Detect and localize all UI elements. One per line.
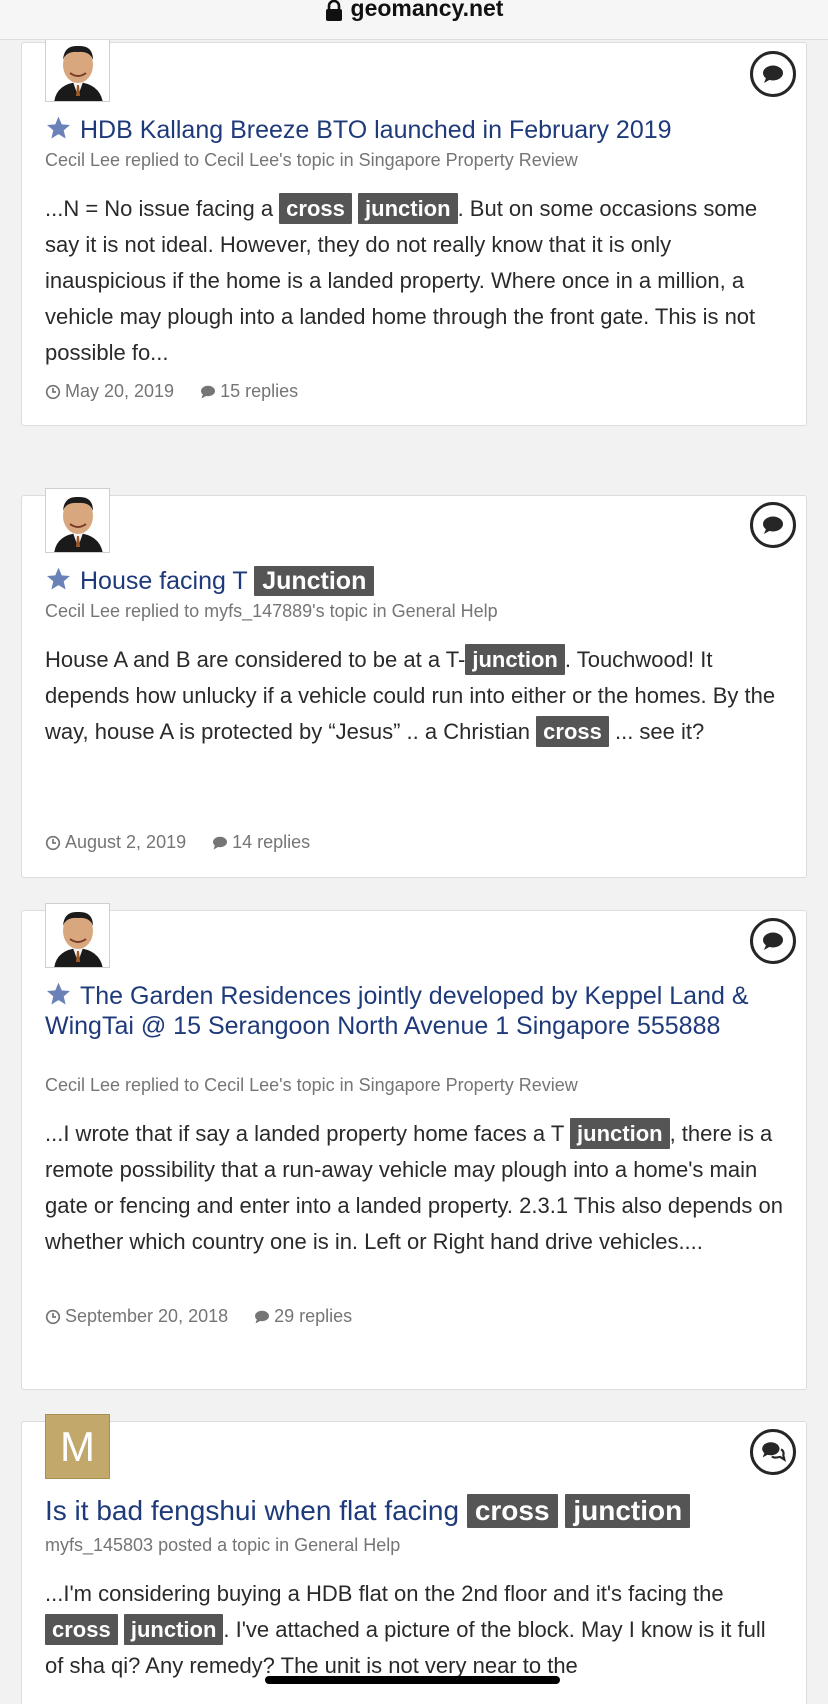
search-highlight: cross — [536, 716, 609, 747]
replies-stat[interactable]: 29 replies — [254, 1306, 352, 1327]
clock-icon — [45, 1309, 61, 1324]
user-photo — [46, 489, 109, 552]
comment-icon — [201, 385, 216, 398]
search-highlight: junction — [570, 1118, 670, 1149]
date-stat: September 20, 2018 — [45, 1306, 228, 1327]
comment-bubble-icon[interactable] — [750, 51, 796, 97]
user-photo — [46, 38, 109, 101]
comment-bubble-icon[interactable] — [750, 502, 796, 548]
avatar[interactable]: M — [45, 1414, 110, 1479]
replies-stat[interactable]: 15 replies — [200, 381, 298, 402]
avatar[interactable] — [45, 903, 110, 968]
topic-stats: August 2, 2019 14 replies — [45, 832, 310, 853]
result-card: M Is it bad fengshui when flat facing cr… — [21, 1414, 807, 1704]
avatar[interactable] — [45, 488, 110, 553]
date-stat: August 2, 2019 — [45, 832, 186, 853]
clock-icon — [45, 384, 61, 399]
result-card: HDB Kallang Breeze BTO launched in Febru… — [21, 37, 807, 426]
replies-stat[interactable]: 14 replies — [212, 832, 310, 853]
topic-meta: Cecil Lee replied to Cecil Lee's topic i… — [45, 1075, 578, 1095]
search-highlight: junction — [465, 644, 565, 675]
lock-icon — [325, 0, 342, 21]
topic-meta: Cecil Lee replied to Cecil Lee's topic i… — [45, 150, 578, 170]
home-indicator[interactable] — [265, 1676, 560, 1684]
result-card: The Garden Residences jointly developed … — [21, 903, 807, 1390]
url-domain: geomancy.net — [350, 0, 504, 21]
topic-meta: myfs_145803 posted a topic in General He… — [45, 1535, 401, 1555]
star-icon[interactable] — [45, 115, 72, 141]
star-icon[interactable] — [45, 566, 72, 592]
topic-title-link[interactable]: The Garden Residences jointly developed … — [45, 981, 776, 1041]
search-highlight: junction — [358, 193, 458, 224]
topic-title-link[interactable]: HDB Kallang Breeze BTO launched in Febru… — [45, 115, 776, 145]
search-highlight: Junction — [254, 566, 375, 596]
comments-bubble-icon[interactable] — [750, 1429, 796, 1475]
search-highlight: cross — [466, 1494, 558, 1528]
topic-meta: Cecil Lee replied to myfs_147889's topic… — [45, 601, 498, 621]
search-highlight: junction — [123, 1614, 224, 1645]
user-photo — [46, 904, 109, 967]
title-text: The Garden Residences jointly developed … — [45, 982, 749, 1040]
title-text: HDB Kallang Breeze BTO launched in Febru… — [80, 116, 672, 144]
date-stat: May 20, 2019 — [45, 381, 174, 402]
topic-snippet: ...I wrote that if say a landed property… — [45, 1116, 784, 1260]
browser-url-bar[interactable]: geomancy.net — [0, 0, 828, 40]
topic-stats: September 20, 2018 29 replies — [45, 1306, 352, 1327]
comment-icon — [213, 836, 228, 849]
topic-snippet: House A and B are considered to be at a … — [45, 642, 784, 750]
comment-icon — [255, 1310, 270, 1323]
topic-title-link[interactable]: House facing T Junction — [45, 566, 776, 596]
title-text: House facing T — [80, 567, 255, 595]
clock-icon — [45, 835, 61, 850]
star-icon[interactable] — [45, 981, 72, 1007]
topic-stats: May 20, 2019 15 replies — [45, 381, 298, 402]
title-text: Is it bad fengshui when flat facing — [45, 1495, 467, 1526]
topic-snippet: ...N = No issue facing a cross junction.… — [45, 191, 784, 371]
search-highlight: junction — [565, 1494, 691, 1528]
comment-bubble-icon[interactable] — [750, 918, 796, 964]
search-highlight: cross — [279, 193, 352, 224]
topic-title-link[interactable]: Is it bad fengshui when flat facing cros… — [45, 1494, 776, 1528]
avatar[interactable] — [45, 37, 110, 102]
topic-snippet: ...I'm considering buying a HDB flat on … — [45, 1581, 766, 1678]
search-highlight: cross — [45, 1614, 118, 1645]
result-card: House facing T Junction Cecil Lee replie… — [21, 488, 807, 878]
